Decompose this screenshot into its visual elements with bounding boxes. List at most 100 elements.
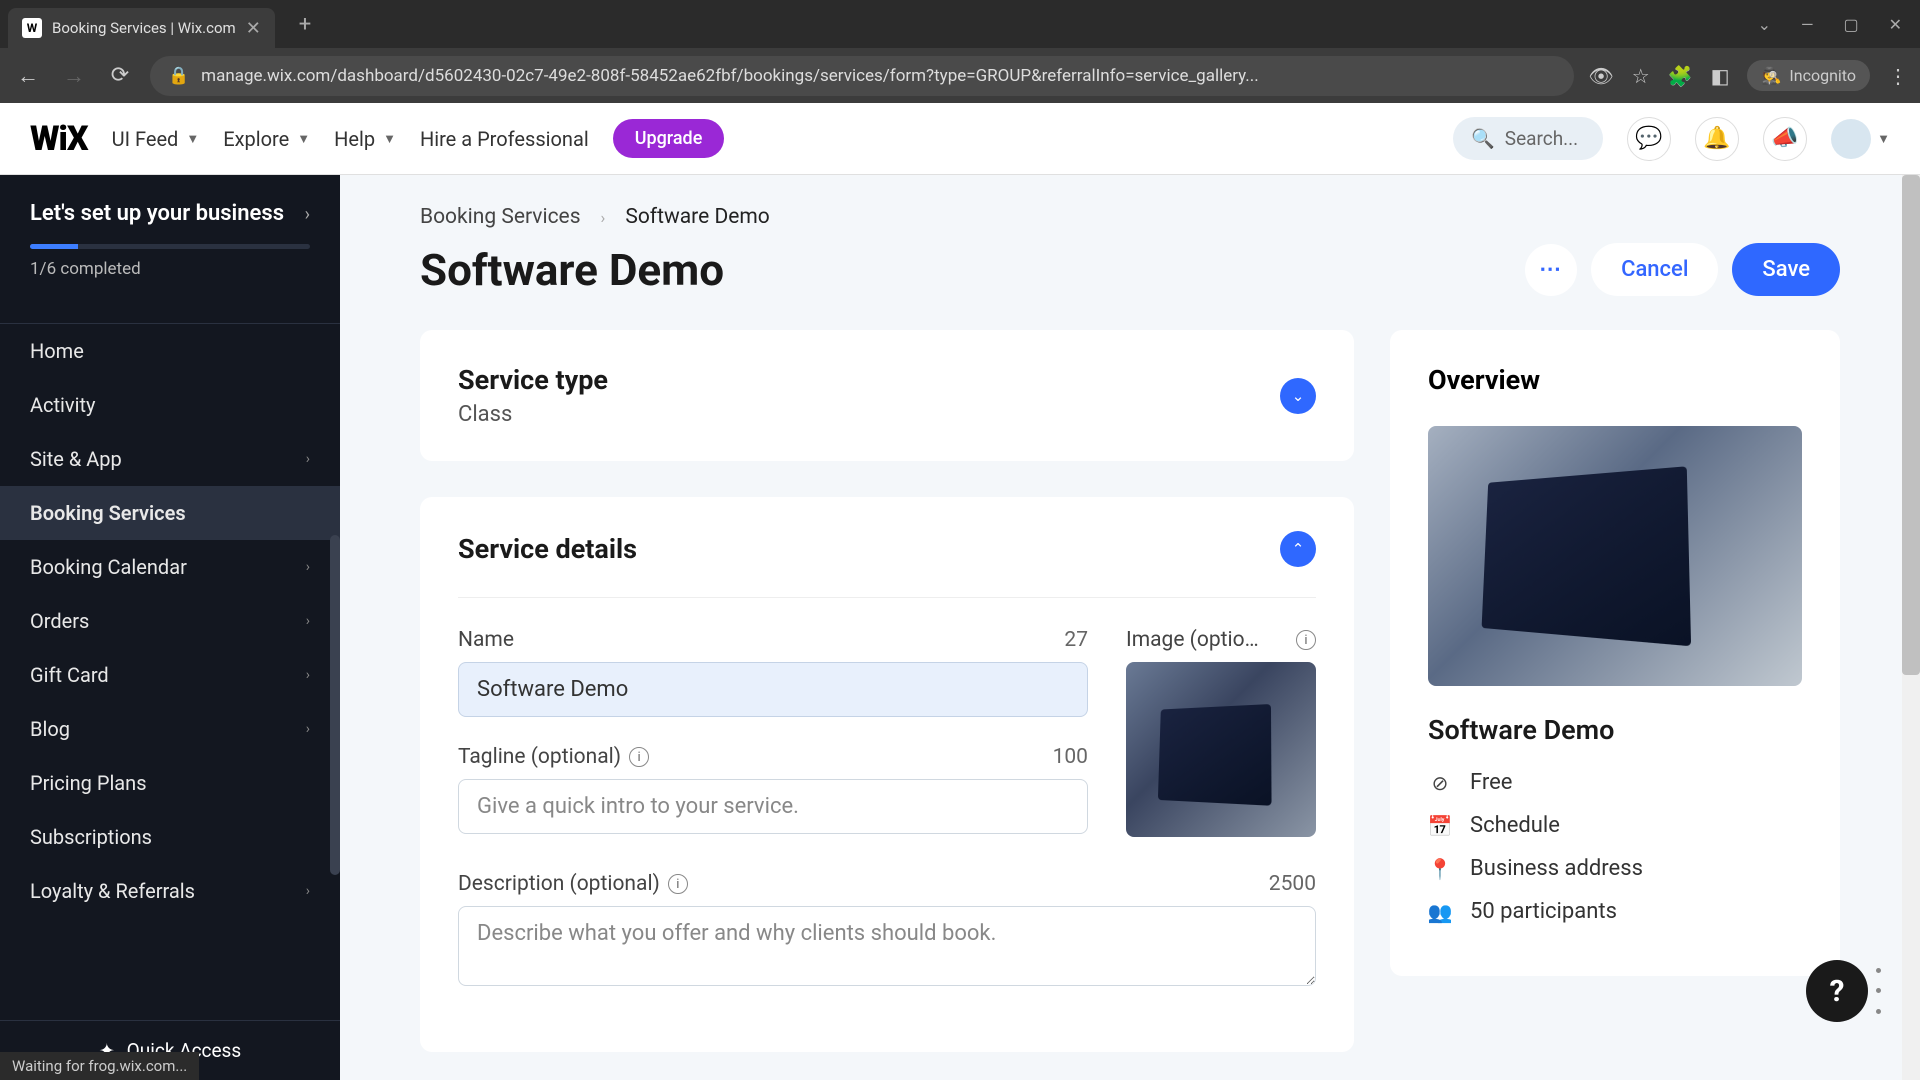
sidebar-scrollbar[interactable] [330,535,340,875]
info-icon[interactable]: i [1296,630,1316,650]
nav-help[interactable]: Help▼ [334,127,396,151]
info-icon[interactable]: i [629,747,649,767]
service-details-card: Service details ⌃ Name 27 [420,497,1354,1052]
laptop-preview-icon [1157,704,1271,806]
eye-off-icon[interactable]: 👁 [1588,64,1613,88]
progress-bar [30,244,310,249]
overview-service-name: Software Demo [1428,714,1802,746]
sidebar-nav: Home Activity Site & App› Booking Servic… [0,323,340,918]
image-label: Image (optio… [1126,628,1259,652]
description-input[interactable] [458,906,1316,986]
notifications-icon[interactable]: 🔔 [1695,117,1739,161]
address-bar[interactable]: 🔒 manage.wix.com/dashboard/d5602430-02c7… [150,56,1574,96]
description-label: Description (optional) i [458,872,688,896]
content-scrollbar[interactable] [1902,175,1920,1080]
chevron-down-icon: ▼ [383,131,396,147]
overview-title: Overview [1428,364,1802,396]
chevron-right-icon: › [305,204,310,225]
sidebar-item-site-app[interactable]: Site & App› [0,432,340,486]
browser-menu-icon[interactable]: ⋮ [1888,64,1908,88]
maximize-icon[interactable]: ▢ [1843,15,1858,34]
laptop-preview-icon [1481,466,1690,646]
tagline-input[interactable] [458,779,1088,834]
name-char-count: 27 [1064,628,1088,652]
sidebar-item-home[interactable]: Home [0,324,340,378]
collapse-button[interactable]: ⌃ [1280,531,1316,567]
scrollbar-thumb[interactable] [1902,175,1920,675]
sidebar-item-orders[interactable]: Orders› [0,594,340,648]
setup-progress-card[interactable]: Let's set up your business › 1/6 complet… [0,199,340,299]
minimize-icon[interactable]: ― [1801,15,1814,34]
sidebar-item-pricing-plans[interactable]: Pricing Plans [0,756,340,810]
tab-close-icon[interactable]: ✕ [246,18,261,39]
overview-price: ⊘ Free [1428,770,1802,795]
expand-button[interactable]: ⌄ [1280,378,1316,414]
announcements-icon[interactable]: 📣 [1763,117,1807,161]
help-drag-handle[interactable] [1876,960,1884,1022]
sidebar: Let's set up your business › 1/6 complet… [0,175,340,1080]
sidepanel-icon[interactable]: ◧ [1711,64,1730,88]
service-type-title: Service type [458,364,608,396]
upgrade-button[interactable]: Upgrade [613,119,725,158]
save-button[interactable]: Save [1732,243,1840,296]
account-menu[interactable]: ▼ [1831,119,1890,159]
back-button[interactable]: ← [12,63,44,89]
wix-logo[interactable]: WiX [30,119,88,159]
price-icon: ⊘ [1428,771,1452,795]
bookmark-star-icon[interactable]: ☆ [1632,64,1650,88]
participants-icon: 👥 [1428,900,1452,924]
sidebar-item-subscriptions[interactable]: Subscriptions [0,810,340,864]
tab-title: Booking Services | Wix.com [52,19,236,37]
browser-tab[interactable]: W Booking Services | Wix.com ✕ [8,8,275,49]
tabs-dropdown-icon[interactable]: ⌄ [1758,15,1771,34]
image-upload[interactable] [1126,662,1316,837]
sidebar-item-blog[interactable]: Blog› [0,702,340,756]
inbox-icon[interactable]: 💬 [1627,117,1671,161]
chevron-right-icon: › [306,613,310,629]
close-window-icon[interactable]: ✕ [1889,15,1902,34]
setup-title: Let's set up your business [30,199,284,230]
name-input[interactable] [458,662,1088,717]
info-icon[interactable]: i [668,874,688,894]
tagline-char-count: 100 [1053,745,1088,769]
url-text: manage.wix.com/dashboard/d5602430-02c7-4… [201,66,1259,86]
progress-text: 1/6 completed [30,259,310,279]
breadcrumb: Booking Services › Software Demo [420,205,1840,229]
cancel-button[interactable]: Cancel [1591,243,1718,296]
nav-hire-professional[interactable]: Hire a Professional [420,127,589,151]
sidebar-item-loyalty-referrals[interactable]: Loyalty & Referrals› [0,864,340,918]
reload-button[interactable]: ⟳ [104,63,136,88]
page-title: Software Demo [420,244,724,296]
help-button[interactable]: ? [1806,960,1868,1022]
window-controls: ⌄ ― ▢ ✕ [1758,15,1912,34]
tagline-label: Tagline (optional) i [458,745,649,769]
extensions-icon[interactable]: 🧩 [1668,64,1693,88]
overview-location: 📍 Business address [1428,856,1802,881]
overview-image [1428,426,1802,686]
breadcrumb-parent[interactable]: Booking Services [420,205,581,229]
tab-favicon: W [22,18,42,38]
lock-icon: 🔒 [168,66,189,86]
sidebar-item-gift-card[interactable]: Gift Card› [0,648,340,702]
name-label: Name [458,628,514,652]
chevron-right-icon: › [601,208,606,227]
service-type-value: Class [458,402,608,427]
more-actions-button[interactable]: ⋯ [1525,244,1577,296]
browser-toolbar: ← → ⟳ 🔒 manage.wix.com/dashboard/d560243… [0,48,1920,103]
incognito-badge[interactable]: 🕵 Incognito [1747,60,1870,91]
new-tab-button[interactable]: + [289,6,321,43]
sidebar-item-booking-calendar[interactable]: Booking Calendar› [0,540,340,594]
sidebar-item-activity[interactable]: Activity [0,378,340,432]
sidebar-item-booking-services[interactable]: Booking Services [0,486,340,540]
incognito-icon: 🕵 [1761,66,1781,85]
description-char-count: 2500 [1269,872,1316,896]
nav-explore[interactable]: Explore▼ [223,127,310,151]
nav-ui-feed[interactable]: UI Feed▼ [112,127,200,151]
search-input[interactable]: 🔍 Search... [1453,117,1603,160]
overview-card: Overview Software Demo ⊘ Free 📅 Schedule [1390,330,1840,976]
overview-participants: 👥 50 participants [1428,899,1802,924]
chevron-down-icon: ▼ [186,131,199,147]
forward-button[interactable]: → [58,63,90,89]
chevron-right-icon: › [306,559,310,575]
search-icon: 🔍 [1471,127,1495,150]
